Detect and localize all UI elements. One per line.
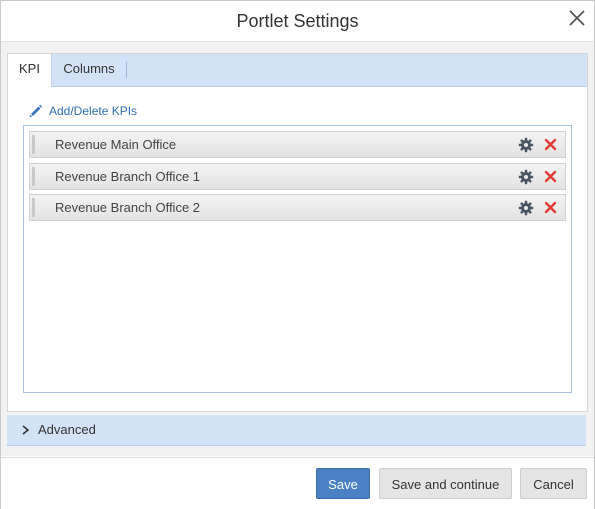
drag-handle[interactable]: [32, 167, 35, 186]
gear-icon[interactable]: [518, 200, 534, 216]
dialog-header: Portlet Settings: [1, 1, 594, 42]
dialog-title: Portlet Settings: [236, 11, 359, 31]
delete-x-icon[interactable]: [544, 138, 557, 151]
pencil-icon: [29, 104, 43, 118]
add-delete-kpis-label: Add/Delete KPIs: [49, 104, 138, 118]
kpi-item-label: Revenue Branch Office 2: [55, 200, 201, 215]
save-button[interactable]: Save: [316, 468, 370, 499]
kpi-item-label: Revenue Main Office: [55, 137, 177, 152]
gear-icon[interactable]: [518, 169, 534, 185]
dialog-body: KPI Columns Add/Delete KPIs Revenue Main…: [1, 42, 594, 456]
delete-x-icon[interactable]: [544, 201, 557, 214]
tab-columns[interactable]: Columns: [51, 54, 127, 86]
kpi-list: Revenue Main Office Revenue Branch Offic…: [23, 125, 572, 393]
kpi-item-label: Revenue Branch Office 1: [55, 169, 201, 184]
drag-handle[interactable]: [32, 135, 35, 154]
chevron-right-icon: [22, 425, 30, 435]
tab-kpi[interactable]: KPI: [8, 54, 52, 87]
portlet-settings-dialog: Portlet Settings KPI Columns Add/Delete: [0, 0, 595, 509]
dialog-footer: Save Save and continue Cancel: [1, 457, 594, 509]
list-item[interactable]: Revenue Branch Office 1: [29, 163, 566, 190]
cancel-button[interactable]: Cancel: [520, 468, 587, 499]
list-item[interactable]: Revenue Branch Office 2: [29, 194, 566, 221]
advanced-section-toggle[interactable]: Advanced: [7, 415, 586, 446]
drag-handle[interactable]: [32, 198, 35, 217]
gear-icon[interactable]: [518, 137, 534, 153]
list-item[interactable]: Revenue Main Office: [29, 131, 566, 158]
tab-separator: [126, 62, 127, 78]
close-icon[interactable]: [566, 7, 588, 29]
delete-x-icon[interactable]: [544, 170, 557, 183]
advanced-label: Advanced: [38, 422, 96, 437]
tab-panel: KPI Columns Add/Delete KPIs Revenue Main…: [7, 53, 588, 412]
save-and-continue-button[interactable]: Save and continue: [379, 468, 512, 499]
tab-bar: KPI Columns: [8, 54, 587, 87]
